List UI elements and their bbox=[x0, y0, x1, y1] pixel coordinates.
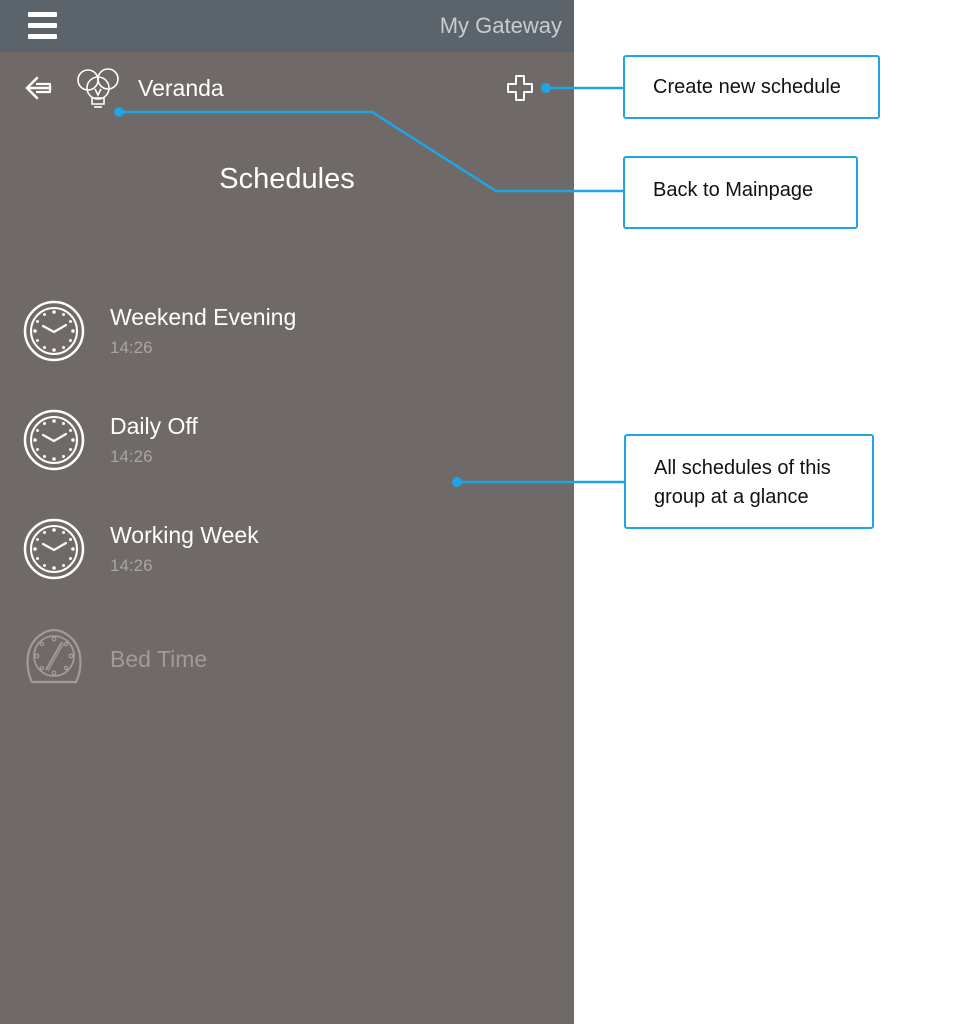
light-bulbs-icon bbox=[77, 68, 119, 108]
callout-line: group at a glance bbox=[654, 486, 809, 508]
clock-icon bbox=[23, 300, 85, 362]
app-screen: My Gateway Veranda Schedules Weekend Eve… bbox=[0, 0, 574, 1024]
schedule-time: 14:26 bbox=[110, 338, 153, 357]
hamburger-menu-icon[interactable] bbox=[28, 12, 58, 40]
schedule-name: Daily Off bbox=[110, 413, 198, 439]
timer-icon bbox=[26, 628, 82, 684]
schedule-item-working-week[interactable]: Working Week 14:26 bbox=[0, 514, 574, 594]
group-name: Veranda bbox=[138, 75, 224, 101]
page-title: Schedules bbox=[219, 163, 355, 195]
schedule-name: Weekend Evening bbox=[110, 304, 297, 330]
app-title: My Gateway bbox=[439, 13, 562, 38]
schedule-name: Bed Time bbox=[110, 646, 208, 672]
schedule-time: 14:26 bbox=[110, 556, 153, 575]
schedule-time: 14:26 bbox=[110, 447, 153, 466]
top-bar: My Gateway bbox=[0, 0, 574, 52]
schedule-item-daily-off[interactable]: Daily Off 14:26 bbox=[0, 405, 574, 485]
schedule-item-bed-time[interactable]: Bed Time bbox=[0, 623, 574, 703]
clock-icon bbox=[23, 409, 85, 471]
schedule-item-weekend-evening[interactable]: Weekend Evening 14:26 bbox=[0, 296, 574, 376]
callout-back-to-mainpage: Back to Mainpage bbox=[623, 156, 858, 229]
plus-icon[interactable] bbox=[506, 74, 534, 102]
schedule-name: Working Week bbox=[110, 522, 259, 548]
back-arrow-icon[interactable] bbox=[22, 72, 54, 104]
callout-line: All schedules of this bbox=[654, 457, 831, 479]
clock-icon bbox=[23, 518, 85, 580]
group-header: Veranda bbox=[0, 64, 574, 116]
callout-all-schedules: All schedules of this group at a glance bbox=[624, 434, 874, 529]
callout-create-schedule: Create new schedule bbox=[623, 55, 880, 119]
